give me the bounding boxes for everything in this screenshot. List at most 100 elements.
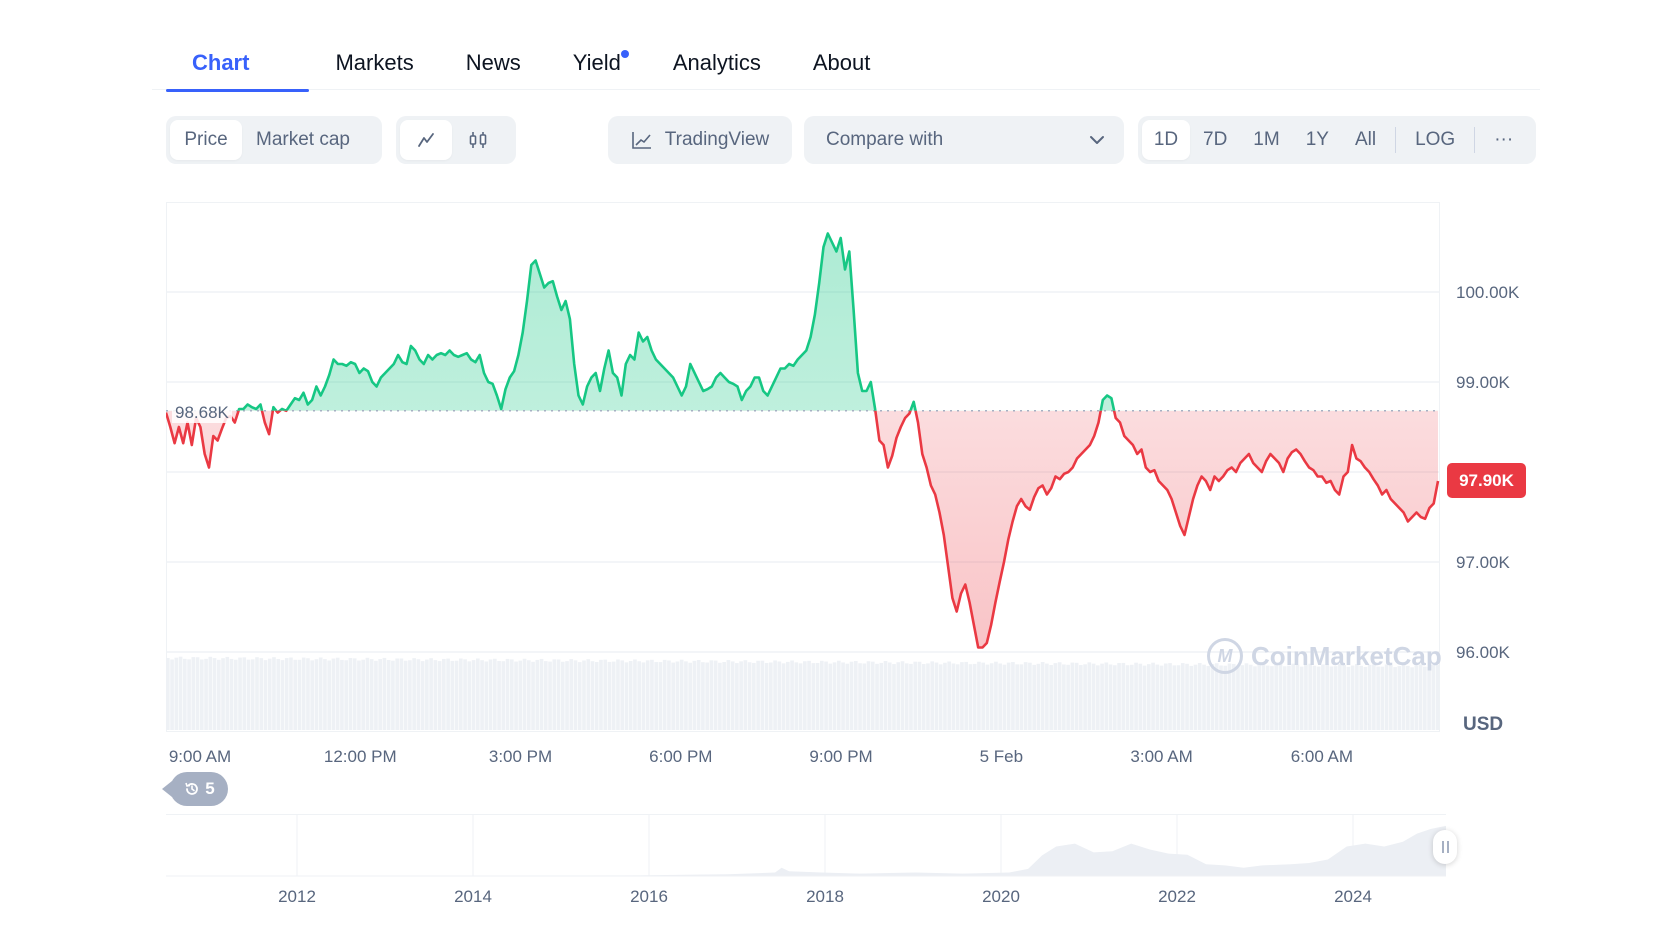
volume-bar	[930, 661, 935, 730]
range-1d[interactable]: 1D	[1142, 120, 1190, 160]
volume-bar	[386, 660, 391, 730]
volume-bar	[756, 660, 760, 730]
volume-bar	[233, 659, 238, 730]
volume-bar	[293, 659, 298, 730]
volume-bar	[446, 658, 450, 730]
volume-bar	[259, 658, 264, 730]
volume-bar	[654, 662, 659, 730]
navigator-handle[interactable]	[1433, 830, 1457, 864]
volume-bar	[1091, 663, 1096, 730]
volume-bar	[811, 663, 816, 730]
volume-bar	[1185, 663, 1189, 730]
volume-bar	[1372, 664, 1376, 730]
volume-bar	[607, 661, 612, 730]
volume-bar	[1023, 662, 1028, 730]
tab-label: News	[465, 50, 521, 75]
market-cap-option[interactable]: Market cap	[242, 120, 364, 160]
price-option[interactable]: Price	[170, 120, 242, 160]
volume-bar	[1087, 662, 1092, 730]
volume-bar	[361, 659, 365, 730]
tab-about[interactable]: About	[787, 36, 897, 90]
volume-bar	[836, 660, 841, 730]
volume-bar	[174, 657, 179, 730]
volume-bar	[301, 657, 306, 730]
volume-bar	[794, 662, 799, 730]
volume-bar	[1333, 666, 1338, 730]
volume-bar	[1223, 665, 1228, 730]
tab-markets[interactable]: Markets	[309, 36, 439, 90]
volume-bar	[331, 658, 336, 730]
line-chart-button[interactable]	[400, 120, 452, 160]
range-7d[interactable]: 7D	[1190, 120, 1240, 160]
watermark-text: CoinMarketCap	[1251, 640, 1442, 671]
volume-bar	[267, 658, 272, 730]
time-range-toggle: 1D 7D 1M 1Y All LOG ···	[1138, 116, 1536, 164]
volume-bar	[904, 663, 909, 730]
x-axis: 9:00 AM 12:00 PM 3:00 PM 6:00 PM 9:00 PM 5 Fe…	[169, 747, 1353, 766]
volume-bar	[650, 659, 654, 730]
volume-bar	[896, 662, 901, 730]
volume-bar	[968, 664, 973, 730]
volume-bar	[611, 661, 616, 730]
history-badge[interactable]: 5	[162, 772, 228, 806]
volume-bar	[425, 659, 429, 730]
volume-bar	[1316, 666, 1321, 730]
compare-with-dropdown[interactable]: Compare with	[804, 116, 1124, 164]
volume-bar	[641, 662, 646, 730]
navigator-year-label: 2016	[630, 887, 668, 906]
volume-bar	[1240, 665, 1245, 730]
log-scale-toggle[interactable]: LOG	[1402, 120, 1468, 160]
volume-bar	[862, 663, 867, 730]
volume-bar	[1253, 666, 1257, 730]
volume-bar	[633, 659, 637, 730]
volume-bar	[883, 661, 888, 730]
coinmarketcap-watermark: M CoinMarketCap	[1207, 638, 1442, 674]
volume-bar	[1062, 664, 1066, 730]
volume-bar	[858, 663, 862, 730]
volume-bar	[556, 659, 561, 730]
volume-bar	[1359, 665, 1363, 730]
volume-bar	[887, 662, 892, 730]
tab-analytics[interactable]: Analytics	[647, 36, 787, 90]
volume-bar	[879, 662, 884, 730]
tradingview-button[interactable]: TradingView	[608, 116, 792, 164]
range-navigator[interactable]: 2012 2014 2016 2018 2020 2022 2024	[166, 814, 1456, 914]
volume-bar	[1299, 666, 1304, 730]
volume-bar	[509, 659, 514, 730]
volume-bar	[875, 663, 879, 730]
volume-bar	[225, 656, 230, 730]
range-all[interactable]: All	[1342, 120, 1389, 160]
volume-bar	[255, 657, 259, 730]
volume-bar	[798, 663, 803, 730]
tab-chart[interactable]: Chart	[152, 36, 310, 92]
x-tick-label: 5 Feb	[980, 747, 1023, 766]
x-tick-label: 6:00 AM	[1291, 747, 1353, 766]
coinmarketcap-logo-icon: M	[1207, 638, 1243, 674]
volume-bar	[399, 658, 404, 730]
volume-bar	[947, 661, 952, 730]
more-options-button[interactable]: ···	[1481, 120, 1526, 160]
volume-bar	[960, 662, 964, 730]
data-type-toggle: Price Market cap	[166, 116, 382, 164]
candlestick-button[interactable]	[452, 120, 504, 160]
tab-yield[interactable]: Yield	[547, 36, 647, 90]
volume-bar	[526, 660, 531, 730]
tab-news[interactable]: News	[440, 36, 547, 90]
volume-bar	[263, 660, 268, 730]
volume-bar	[1163, 663, 1168, 730]
volume-bar	[1282, 666, 1287, 730]
range-1y[interactable]: 1Y	[1293, 120, 1342, 160]
volume-bar	[866, 661, 871, 730]
line-chart-icon	[418, 133, 434, 147]
volume-bar	[815, 662, 820, 730]
volume-bar	[913, 661, 918, 730]
range-1m[interactable]: 1M	[1240, 120, 1292, 160]
volume-bar	[442, 658, 446, 730]
volume-bar	[909, 663, 913, 730]
volume-bar	[531, 661, 535, 730]
volume-bar	[1414, 665, 1419, 730]
volume-bar	[688, 662, 692, 730]
volume-bar	[1363, 666, 1368, 730]
volume-bar	[921, 664, 926, 730]
volume-bar	[786, 661, 790, 730]
